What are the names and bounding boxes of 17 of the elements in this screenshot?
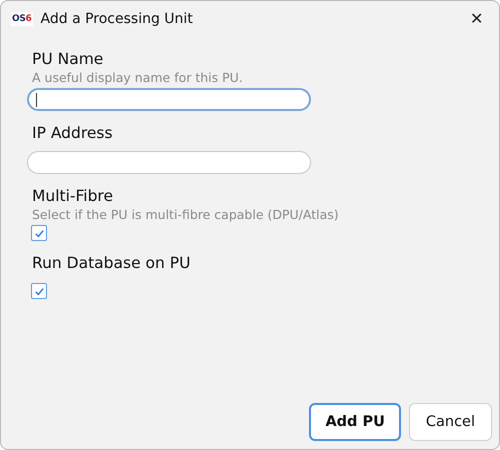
app-logo: OS6 bbox=[11, 12, 33, 26]
input-field[interactable] bbox=[27, 88, 311, 111]
field-label: Multi-Fibre bbox=[31, 186, 113, 206]
close-button[interactable]: ✕ bbox=[466, 9, 487, 29]
field-hint: A useful display name for this PU. bbox=[31, 69, 243, 86]
field-label: Run Database on PU bbox=[31, 253, 190, 273]
check-icon bbox=[34, 286, 44, 296]
checkbox[interactable] bbox=[31, 225, 47, 241]
field-hint: Select if the PU is multi-fibre capable (DPU/Atlas) bbox=[31, 206, 339, 223]
checkbox[interactable] bbox=[31, 283, 47, 299]
field-label: IP Address bbox=[31, 123, 113, 143]
field-label: PU Name bbox=[31, 49, 104, 69]
check-icon bbox=[34, 228, 44, 238]
input-field[interactable] bbox=[27, 151, 311, 174]
dialog-button[interactable]: Add PU bbox=[309, 403, 401, 441]
dialog-button[interactable]: Cancel bbox=[408, 403, 492, 441]
window-title: Add a Processing Unit bbox=[40, 11, 194, 27]
